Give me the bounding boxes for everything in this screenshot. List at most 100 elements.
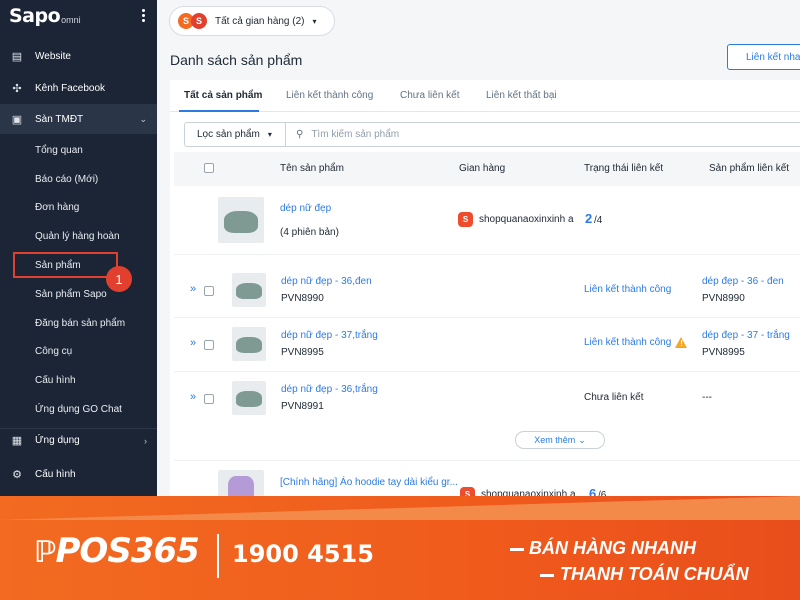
search-input[interactable]: ⚲ Tìm kiếm sản phẩm bbox=[285, 122, 800, 147]
row-checkbox[interactable] bbox=[204, 286, 214, 296]
sub-returns[interactable]: Quản lý hàng hoàn bbox=[35, 231, 120, 242]
sub-sapo-products[interactable]: Sản phẩm Sapo bbox=[35, 289, 107, 300]
marketplace-icon: ▣ bbox=[11, 113, 23, 126]
stripe-decoration bbox=[510, 548, 524, 551]
nav-apps-label: Ứng dụng bbox=[35, 435, 80, 446]
nav-facebook[interactable]: ✣ Kênh Facebook bbox=[0, 76, 157, 100]
hotline: 1900 4515 bbox=[232, 540, 374, 568]
caret-down-icon: ▾ bbox=[267, 130, 272, 139]
highlight-box bbox=[13, 252, 118, 278]
product-card: Tất cả sản phẩm Liên kết thành công Chưa… bbox=[170, 80, 800, 502]
tab-failed[interactable]: Liên kết thất bại bbox=[486, 90, 557, 101]
nav-config[interactable]: ⚙ Cấu hình bbox=[0, 462, 157, 486]
filter-dropdown[interactable]: Lọc sản phẩm ▾ bbox=[184, 122, 286, 147]
warning-mark: ! bbox=[680, 339, 683, 348]
chevron-right-icon: › bbox=[144, 435, 147, 446]
nav-ecommerce-label: Sàn TMĐT bbox=[35, 113, 84, 125]
nav-apps[interactable]: ▦ Ứng dụng › bbox=[0, 428, 157, 452]
variant-name[interactable]: dép nữ đẹp - 36,trắng bbox=[281, 384, 378, 395]
see-more-button[interactable]: Xem thêm ⌄ bbox=[515, 431, 605, 449]
expand-icon[interactable]: » bbox=[190, 391, 196, 403]
brand-logo: ℙPOS365 bbox=[34, 531, 200, 571]
product-name[interactable]: [Chính hãng] Áo hoodie tay dài kiểu gr..… bbox=[280, 477, 458, 488]
linked-product-sku: PVN8995 bbox=[702, 347, 745, 358]
nav-website-label: Website bbox=[35, 50, 71, 62]
variant-image bbox=[232, 327, 266, 361]
sub-post-product[interactable]: Đăng bán sản phẩm bbox=[35, 318, 125, 329]
promo-banner: ℙPOS365 1900 4515 BÁN HÀNG NHANH THANH T… bbox=[0, 496, 800, 600]
tab-unlinked[interactable]: Chưa liên kết bbox=[400, 90, 460, 101]
row-checkbox[interactable] bbox=[204, 340, 214, 350]
search-icon: ⚲ bbox=[296, 129, 304, 140]
row-divider bbox=[174, 460, 800, 461]
expand-icon[interactable]: » bbox=[190, 337, 196, 349]
link-status-group: Liên kết thành công! bbox=[584, 337, 688, 348]
link-status[interactable]: Liên kết thành công bbox=[584, 337, 671, 348]
nav-website[interactable]: ▤ Website bbox=[0, 44, 157, 68]
tab-linked[interactable]: Liên kết thành công bbox=[286, 90, 373, 101]
linked-product-name[interactable]: dép đẹp - 37 - trắng bbox=[702, 330, 790, 341]
store-selector-label: Tất cả gian hàng (2) bbox=[215, 15, 305, 27]
store-selector[interactable]: S S Tất cả gian hàng (2) ▾ bbox=[169, 6, 335, 36]
gear-icon: ⚙ bbox=[12, 468, 22, 481]
col-product-name: Tên sản phẩm bbox=[280, 163, 344, 174]
product-image bbox=[218, 197, 264, 243]
sub-reports[interactable]: Báo cáo (Mới) bbox=[35, 174, 98, 185]
link-status: Chưa liên kết bbox=[584, 392, 644, 403]
page-title: Danh sách sản phẩm bbox=[170, 52, 303, 68]
warning-icon[interactable]: ! bbox=[675, 337, 688, 348]
row-checkbox[interactable] bbox=[204, 394, 214, 404]
linked-count: 2 bbox=[585, 211, 593, 226]
variant-name[interactable]: dép nữ đẹp - 37,trắng bbox=[281, 330, 378, 341]
variant-sku: PVN8991 bbox=[281, 401, 324, 412]
tab-all[interactable]: Tất cả sản phẩm bbox=[184, 90, 262, 101]
link-status[interactable]: Liên kết thành công bbox=[584, 284, 671, 295]
row-divider bbox=[174, 371, 800, 372]
row-divider bbox=[174, 317, 800, 318]
nav-facebook-label: Kênh Facebook bbox=[35, 82, 106, 94]
logo-suffix: omni bbox=[61, 14, 81, 25]
logo[interactable]: Sapo omni bbox=[0, 0, 157, 32]
stripe-decoration bbox=[540, 574, 554, 577]
linked-product-sku: PVN8990 bbox=[702, 293, 745, 304]
chevron-double-down-icon: ⌄ bbox=[578, 434, 586, 445]
see-more-label: Xem thêm bbox=[534, 435, 576, 445]
linked-product-name[interactable]: dép đẹp - 36 - đen bbox=[702, 276, 784, 287]
nav-ecommerce[interactable]: ▣ Sàn TMĐT ⌄ bbox=[0, 104, 157, 134]
active-tab-indicator bbox=[179, 110, 259, 112]
variant-name[interactable]: dép nữ đẹp - 36,đen bbox=[281, 276, 372, 287]
sub-go-chat[interactable]: Ứng dụng GO Chat bbox=[35, 404, 122, 415]
slogan-line-1: BÁN HÀNG NHANH bbox=[529, 538, 696, 558]
caret-down-icon: ▾ bbox=[312, 16, 317, 26]
network-icon: ✣ bbox=[12, 82, 22, 95]
slogan-line-2: THANH TOÁN CHUẨN bbox=[560, 564, 749, 584]
step-callout: 1 bbox=[106, 266, 132, 292]
table-header: Tên sản phẩm Gian hàng Trạng thái liên k… bbox=[174, 152, 800, 186]
brand-name: POS365 bbox=[55, 531, 200, 571]
sub-overview[interactable]: Tổng quan bbox=[35, 145, 83, 156]
variant-sku: PVN8990 bbox=[281, 293, 324, 304]
lazada-icon: S bbox=[191, 13, 207, 29]
sub-tools[interactable]: Công cụ bbox=[35, 346, 72, 357]
variant-count: (4 phiên bản) bbox=[280, 227, 339, 238]
col-shop: Gian hàng bbox=[459, 163, 506, 174]
expand-icon[interactable]: » bbox=[190, 283, 196, 295]
search-placeholder: Tìm kiếm sản phẩm bbox=[311, 129, 400, 140]
sub-settings[interactable]: Cấu hình bbox=[35, 375, 76, 386]
quick-link-button[interactable]: Liên kết nhanh bbox=[727, 44, 800, 70]
variant-image bbox=[232, 273, 266, 307]
website-icon: ▤ bbox=[11, 50, 23, 63]
banner-divider bbox=[217, 534, 219, 578]
product-name[interactable]: dép nữ đẹp bbox=[280, 203, 331, 214]
banner-decoration bbox=[0, 496, 800, 520]
sub-orders[interactable]: Đơn hàng bbox=[35, 202, 79, 213]
tab-bar: Tất cả sản phẩm Liên kết thành công Chưa… bbox=[170, 80, 800, 112]
row-divider bbox=[174, 254, 800, 255]
nav-config-label: Cấu hình bbox=[35, 468, 76, 480]
shop-name: shopquanaoxinxinh a bbox=[479, 214, 574, 225]
select-all-checkbox[interactable] bbox=[204, 163, 214, 173]
variant-sku: PVN8995 bbox=[281, 347, 324, 358]
more-options-icon[interactable] bbox=[140, 7, 146, 24]
chevron-down-icon: ⌄ bbox=[139, 113, 147, 124]
logo-text: Sapo bbox=[9, 5, 61, 27]
